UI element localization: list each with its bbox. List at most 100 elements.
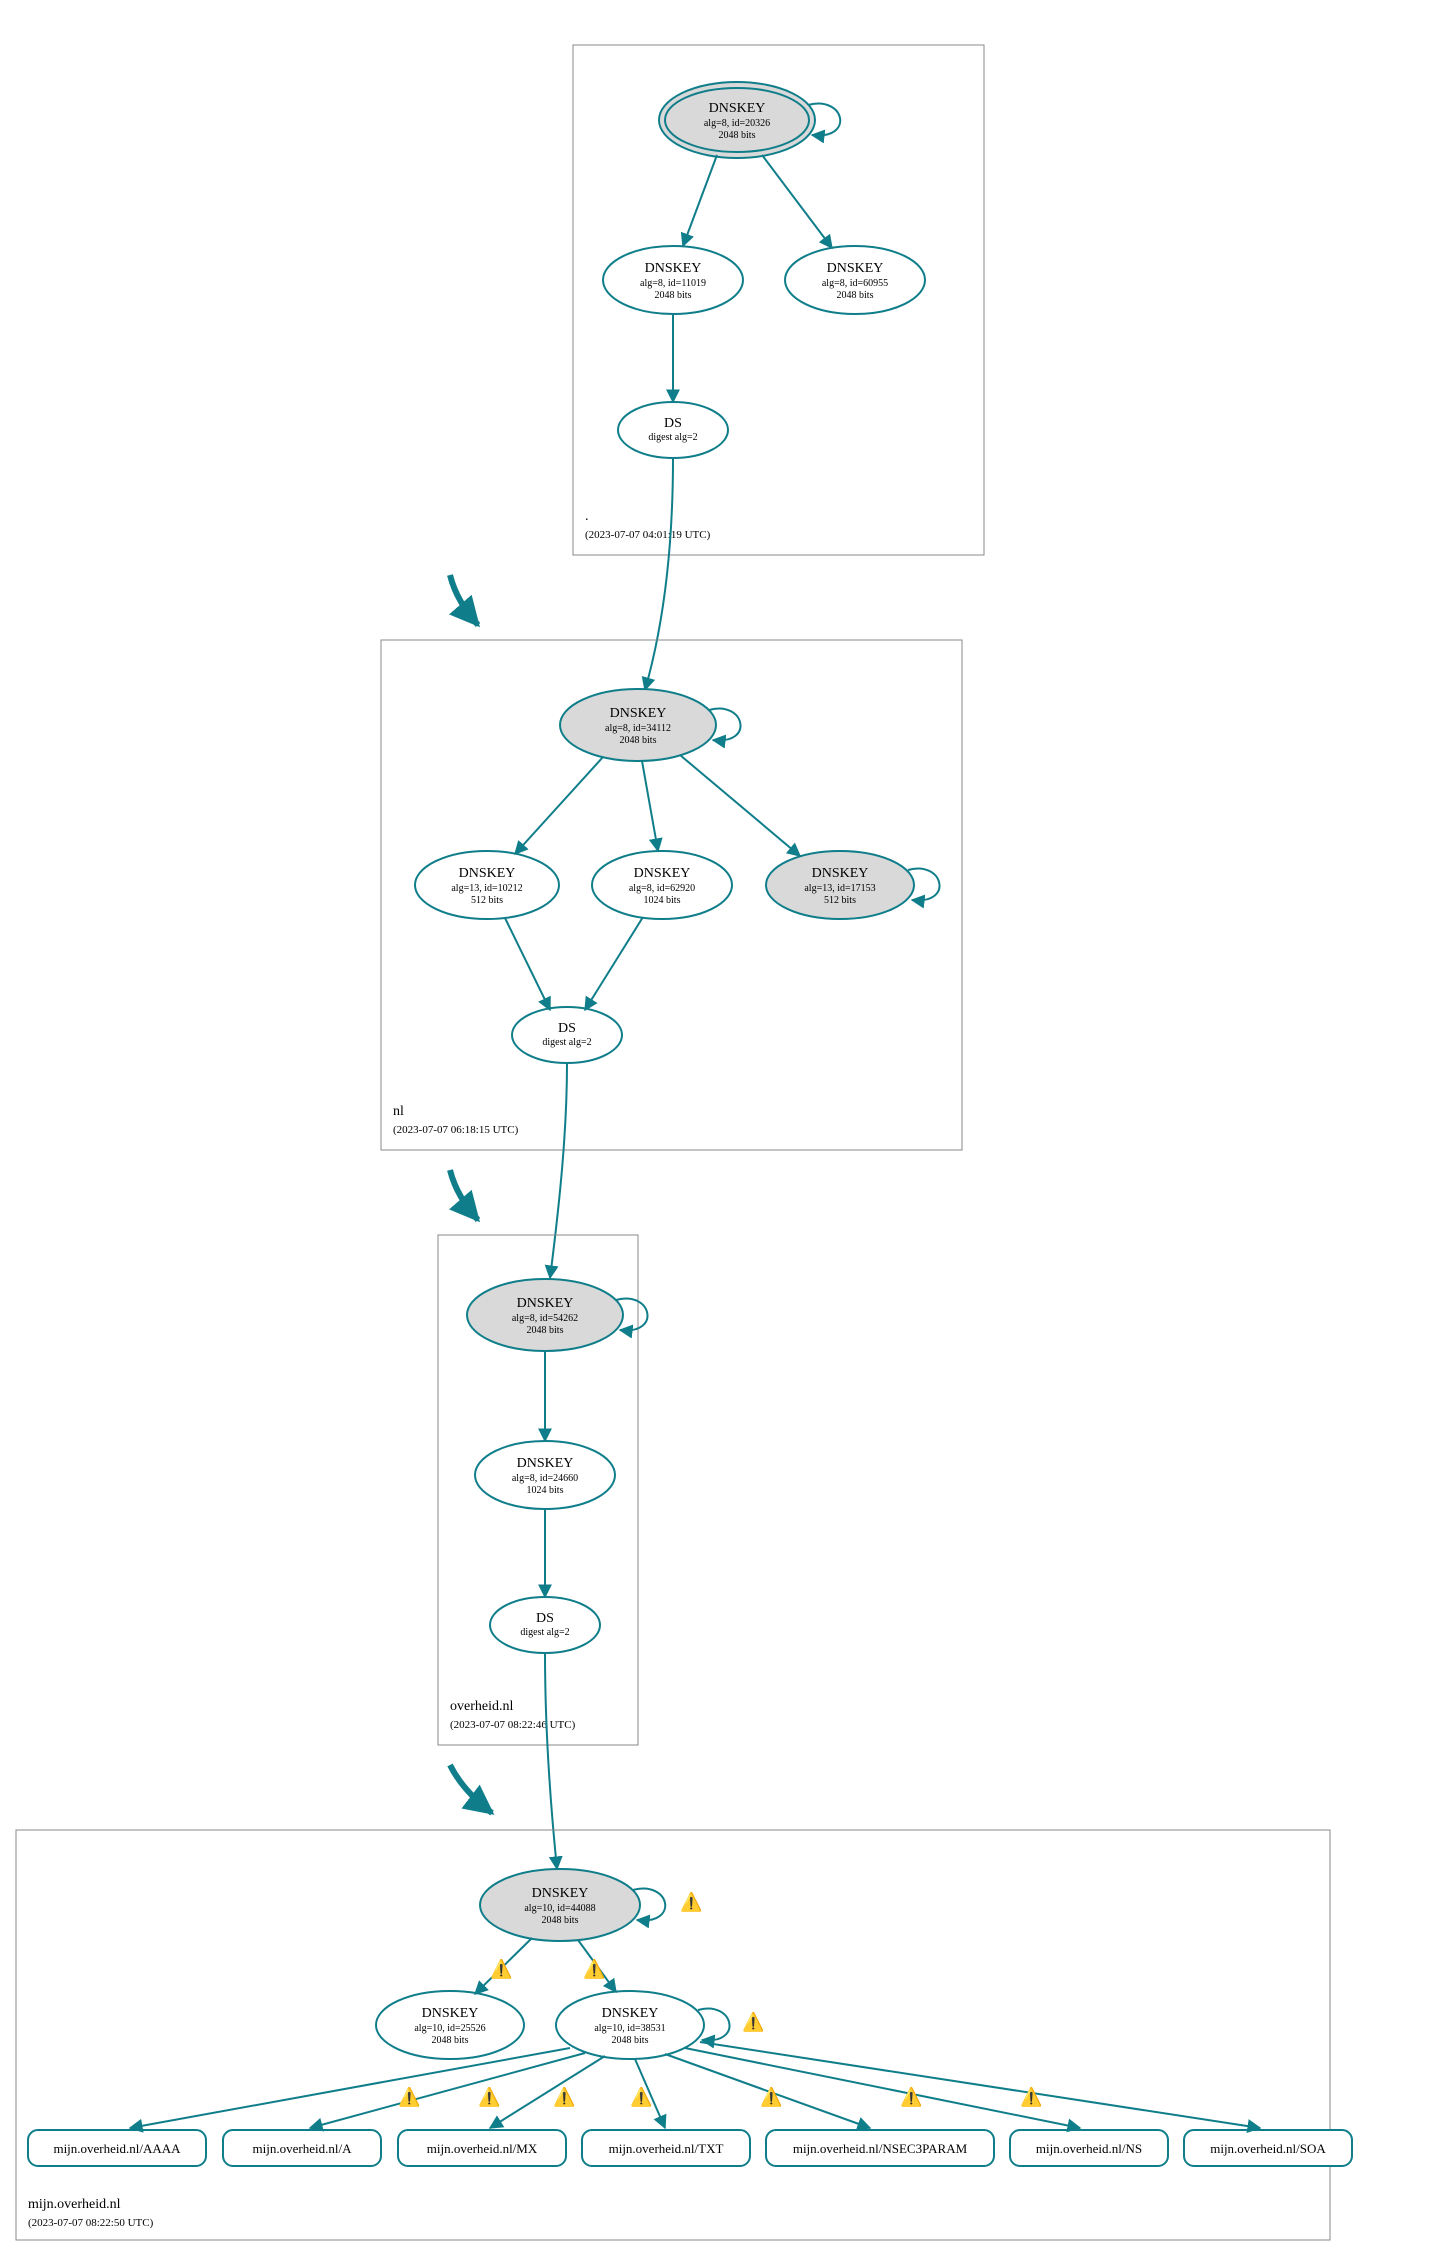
svg-text:DS: DS — [558, 1021, 576, 1036]
svg-text:DNSKEY: DNSKEY — [532, 1886, 589, 1901]
zone-time-root: (2023-07-07 04:01:19 UTC) — [585, 529, 711, 541]
node-root-zsk1: DNSKEY alg=8, id=11019 2048 bits — [603, 246, 743, 314]
edge — [545, 1653, 557, 1869]
dnssec-chain-diagram: . (2023-07-07 04:01:19 UTC) DNSKEY alg=8… — [0, 0, 1455, 2258]
edge — [505, 918, 550, 1010]
svg-text:alg=8, id=20326: alg=8, id=20326 — [704, 118, 770, 129]
svg-text:DNSKEY: DNSKEY — [602, 2006, 659, 2021]
edge — [683, 155, 717, 246]
svg-text:DNSKEY: DNSKEY — [610, 706, 667, 721]
svg-text:2048 bits: 2048 bits — [655, 290, 692, 301]
zone-label-root: . — [585, 509, 589, 524]
svg-text:mijn.overheid.nl/MX: mijn.overheid.nl/MX — [427, 2141, 538, 2156]
edge — [645, 458, 673, 690]
node-root-ds: DS digest alg=2 — [618, 402, 728, 458]
warning-icon: ⚠️ — [478, 2086, 500, 2107]
edge — [490, 2056, 605, 2128]
edge — [550, 1063, 567, 1278]
edge — [680, 755, 800, 856]
warning-icon: ⚠️ — [900, 2086, 922, 2107]
svg-text:digest alg=2: digest alg=2 — [648, 432, 697, 443]
leaf-nsec3: mijn.overheid.nl/NSEC3PARAM — [766, 2130, 994, 2166]
svg-text:2048 bits: 2048 bits — [612, 2035, 649, 2046]
svg-text:alg=8, id=34112: alg=8, id=34112 — [605, 723, 671, 734]
svg-text:alg=10, id=25526: alg=10, id=25526 — [414, 2023, 485, 2034]
warning-icon: ⚠️ — [398, 2086, 420, 2107]
svg-text:mijn.overheid.nl/SOA: mijn.overheid.nl/SOA — [1210, 2141, 1326, 2156]
node-nl-k1: DNSKEY alg=13, id=10212 512 bits — [415, 851, 559, 919]
svg-text:DNSKEY: DNSKEY — [634, 866, 691, 881]
zone-transition-icon — [450, 1765, 492, 1813]
warning-icon: ⚠️ — [742, 2011, 764, 2032]
svg-text:alg=10, id=44088: alg=10, id=44088 — [524, 1903, 595, 1914]
svg-text:2048 bits: 2048 bits — [432, 2035, 469, 2046]
svg-text:digest alg=2: digest alg=2 — [520, 1627, 569, 1638]
svg-text:DNSKEY: DNSKEY — [517, 1456, 574, 1471]
svg-text:mijn.overheid.nl/NSEC3PARAM: mijn.overheid.nl/NSEC3PARAM — [793, 2141, 968, 2156]
svg-text:2048 bits: 2048 bits — [719, 130, 756, 141]
node-nl-k2: DNSKEY alg=8, id=62920 1024 bits — [592, 851, 732, 919]
svg-text:DNSKEY: DNSKEY — [827, 261, 884, 276]
svg-text:DNSKEY: DNSKEY — [709, 101, 766, 116]
svg-text:mijn.overheid.nl/NS: mijn.overheid.nl/NS — [1036, 2141, 1142, 2156]
zone-transition-icon — [450, 575, 478, 625]
node-mj-ksk: DNSKEY alg=10, id=44088 2048 bits — [480, 1869, 665, 1941]
svg-text:512 bits: 512 bits — [471, 895, 503, 906]
svg-text:alg=10, id=38531: alg=10, id=38531 — [594, 2023, 665, 2034]
svg-text:alg=8, id=54262: alg=8, id=54262 — [512, 1313, 578, 1324]
edge — [762, 155, 832, 248]
zone-time-mijn: (2023-07-07 08:22:50 UTC) — [28, 2217, 154, 2229]
svg-text:DS: DS — [664, 416, 682, 431]
svg-text:2048 bits: 2048 bits — [527, 1325, 564, 1336]
node-mj-z2: DNSKEY alg=10, id=38531 2048 bits — [556, 1991, 729, 2059]
svg-text:2048 bits: 2048 bits — [837, 290, 874, 301]
node-ov-ksk: DNSKEY alg=8, id=54262 2048 bits — [467, 1279, 647, 1351]
svg-text:alg=8, id=11019: alg=8, id=11019 — [640, 278, 706, 289]
svg-text:DNSKEY: DNSKEY — [812, 866, 869, 881]
zone-transition-icon — [450, 1170, 478, 1220]
node-root-ksk: DNSKEY alg=8, id=20326 2048 bits — [659, 82, 840, 158]
node-ov-zsk: DNSKEY alg=8, id=24660 1024 bits — [475, 1441, 615, 1509]
leaf-aaaa: mijn.overheid.nl/AAAA — [28, 2130, 206, 2166]
edge — [585, 917, 643, 1010]
node-nl-ksk: DNSKEY alg=8, id=34112 2048 bits — [560, 689, 740, 761]
svg-text:alg=13, id=10212: alg=13, id=10212 — [451, 883, 522, 894]
svg-text:digest alg=2: digest alg=2 — [542, 1037, 591, 1048]
leaf-ns: mijn.overheid.nl/NS — [1010, 2130, 1168, 2166]
svg-text:2048 bits: 2048 bits — [542, 1915, 579, 1926]
leaf-soa: mijn.overheid.nl/SOA — [1184, 2130, 1352, 2166]
svg-text:alg=13, id=17153: alg=13, id=17153 — [804, 883, 875, 894]
warning-icon: ⚠️ — [583, 1958, 605, 1979]
edge — [310, 2053, 585, 2128]
warning-icon: ⚠️ — [680, 1891, 702, 1912]
warning-icon: ⚠️ — [760, 2086, 782, 2107]
edge — [130, 2048, 570, 2128]
svg-text:1024 bits: 1024 bits — [527, 1485, 564, 1496]
svg-text:alg=8, id=62920: alg=8, id=62920 — [629, 883, 695, 894]
svg-text:512 bits: 512 bits — [824, 895, 856, 906]
zone-time-nl: (2023-07-07 06:18:15 UTC) — [393, 1124, 519, 1136]
svg-text:mijn.overheid.nl/AAAA: mijn.overheid.nl/AAAA — [53, 2141, 181, 2156]
leaf-txt: mijn.overheid.nl/TXT — [582, 2130, 750, 2166]
svg-text:alg=8, id=24660: alg=8, id=24660 — [512, 1473, 578, 1484]
leaf-a: mijn.overheid.nl/A — [223, 2130, 381, 2166]
warning-icon: ⚠️ — [630, 2086, 652, 2107]
svg-text:1024 bits: 1024 bits — [644, 895, 681, 906]
zone-label-overheid: overheid.nl — [450, 1699, 513, 1714]
node-ov-ds: DS digest alg=2 — [490, 1597, 600, 1653]
node-nl-ds: DS digest alg=2 — [512, 1007, 622, 1063]
warning-icon: ⚠️ — [1020, 2086, 1042, 2107]
zone-label-nl: nl — [393, 1104, 404, 1119]
svg-text:2048 bits: 2048 bits — [620, 735, 657, 746]
svg-text:DNSKEY: DNSKEY — [517, 1296, 574, 1311]
warning-icon: ⚠️ — [490, 1958, 512, 1979]
svg-text:mijn.overheid.nl/A: mijn.overheid.nl/A — [253, 2141, 353, 2156]
node-root-zsk2: DNSKEY alg=8, id=60955 2048 bits — [785, 246, 925, 314]
svg-text:DNSKEY: DNSKEY — [645, 261, 702, 276]
node-nl-k3: DNSKEY alg=13, id=17153 512 bits — [766, 851, 939, 919]
edge — [700, 2042, 1260, 2128]
edge — [515, 757, 603, 854]
svg-text:DNSKEY: DNSKEY — [459, 866, 516, 881]
zone-label-mijn: mijn.overheid.nl — [28, 2197, 121, 2212]
leaf-mx: mijn.overheid.nl/MX — [398, 2130, 566, 2166]
